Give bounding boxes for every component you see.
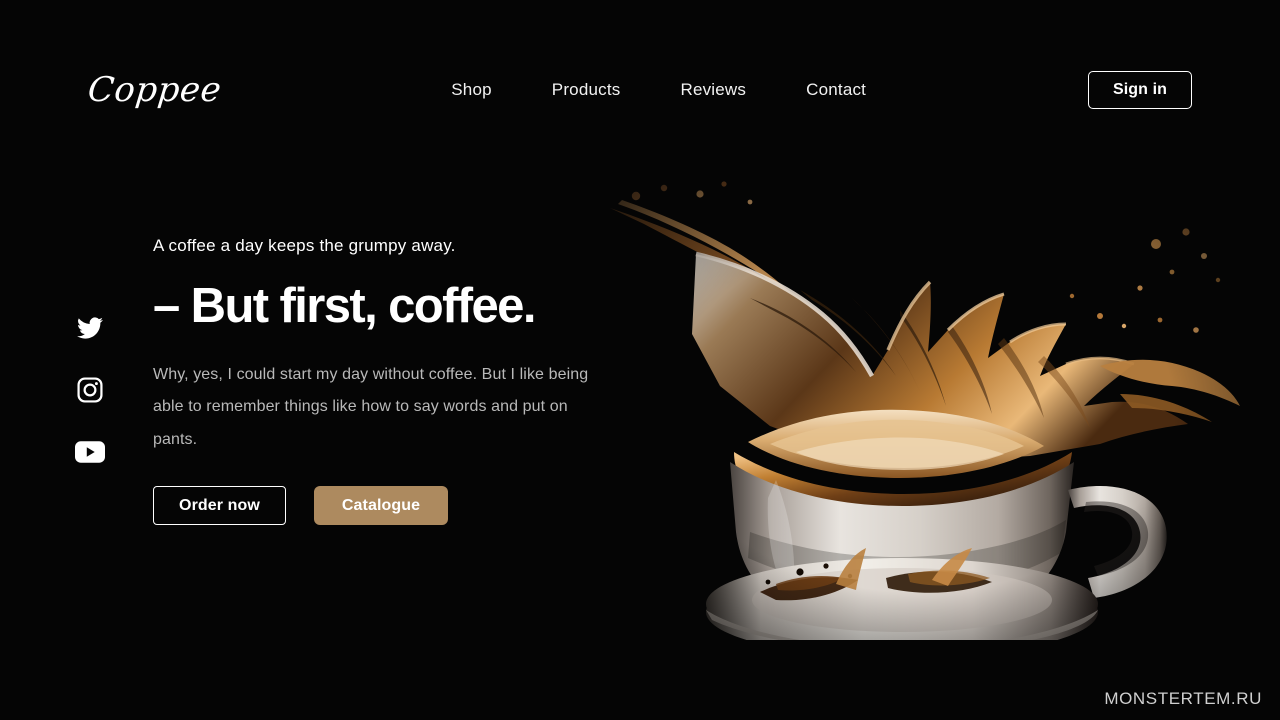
nav-item-shop[interactable]: Shop [451, 80, 492, 100]
nav-item-products[interactable]: Products [552, 80, 621, 100]
hero-section: A coffee a day keeps the grumpy away. – … [153, 236, 623, 526]
landing-page: Coppee Shop Products Reviews Contact Sig… [0, 0, 1280, 720]
hero-cta-row: Order now Catalogue [153, 486, 623, 526]
hero-body: Why, yes, I could start my day without c… [153, 365, 589, 448]
coffee-splash-image [600, 180, 1240, 640]
youtube-icon [75, 441, 105, 463]
hero-eyebrow: A coffee a day keeps the grumpy away. [153, 236, 456, 255]
watermark: MONSTERTEM.RU [1104, 689, 1262, 708]
site-header: Coppee Shop Products Reviews Contact Sig… [0, 0, 1280, 180]
youtube-link[interactable] [74, 436, 106, 468]
twitter-link[interactable] [74, 312, 106, 344]
instagram-link[interactable] [74, 374, 106, 406]
twitter-icon [75, 315, 105, 341]
main-navigation: Shop Products Reviews Contact [451, 80, 866, 100]
instagram-icon [76, 376, 104, 404]
sign-in-button[interactable]: Sign in [1088, 71, 1192, 109]
hero-headline: – But first, coffee. [153, 279, 536, 333]
nav-item-reviews[interactable]: Reviews [680, 80, 746, 100]
order-now-button[interactable]: Order now [153, 486, 286, 526]
site-logo[interactable]: Coppee [86, 70, 223, 110]
nav-item-contact[interactable]: Contact [806, 80, 866, 100]
catalogue-button[interactable]: Catalogue [314, 486, 448, 526]
social-links [74, 312, 106, 468]
